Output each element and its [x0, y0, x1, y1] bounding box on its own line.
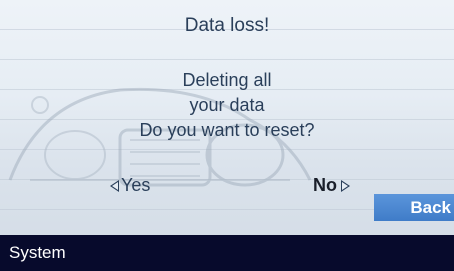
message-line-2: your data: [189, 95, 265, 115]
dialog-message: Deleting all your data Do you want to re…: [0, 68, 454, 143]
back-label: Back: [410, 198, 451, 217]
triangle-right-icon: [341, 179, 350, 192]
yes-label: Yes: [121, 175, 151, 195]
status-bar: System: [0, 235, 454, 271]
message-line-1: Deleting all: [182, 70, 272, 90]
yes-button[interactable]: Yes: [110, 175, 150, 196]
triangle-left-icon: [110, 179, 119, 192]
no-button[interactable]: No: [313, 175, 350, 196]
back-button[interactable]: Back: [374, 194, 454, 221]
dialog-title: Data loss!: [184, 15, 270, 36]
dialog-screen: Data loss! Deleting all your data Do you…: [0, 0, 454, 271]
no-label: No: [313, 175, 337, 195]
message-line-3: Do you want to reset?: [139, 120, 315, 140]
status-bar-label: System: [9, 243, 66, 262]
